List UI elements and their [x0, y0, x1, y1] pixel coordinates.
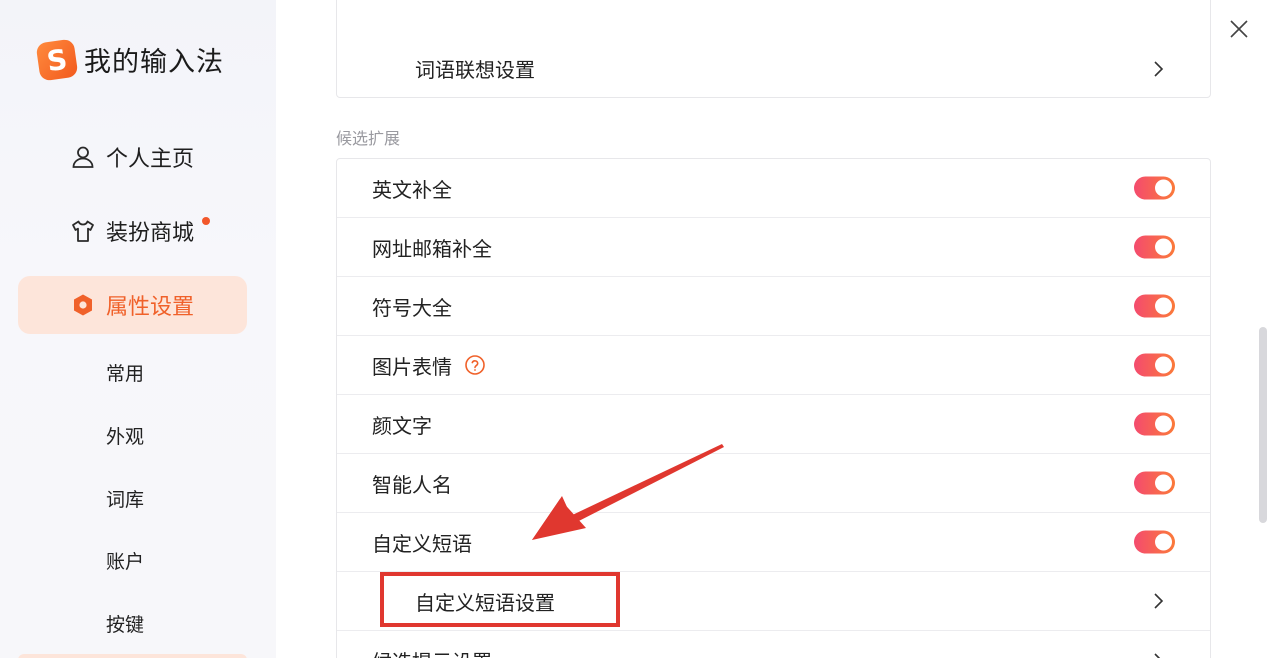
toggle-switch[interactable]	[1134, 353, 1175, 377]
nav-item-profile[interactable]: 个人主页	[18, 128, 247, 186]
brand: S 我的输入法	[35, 38, 224, 81]
sub-item-common[interactable]: 常用	[106, 359, 144, 386]
close-button[interactable]	[1224, 14, 1254, 44]
row-label: 网址邮箱补全	[372, 236, 492, 261]
app-logo-icon: S	[35, 38, 79, 81]
sub-item-appearance[interactable]: 外观	[106, 422, 144, 449]
tshirt-icon	[72, 220, 94, 242]
section-title-candidate-extension: 候选扩展	[336, 129, 401, 148]
nav-item-settings[interactable]: 属性设置	[18, 276, 247, 334]
nav-item-label: 个人主页	[106, 147, 195, 172]
toggle-switch[interactable]	[1134, 530, 1175, 554]
row-label: 自定义短语	[372, 531, 472, 556]
setting-row-image-emoji: 图片表情	[337, 336, 1210, 395]
row-label: 颜文字	[372, 413, 432, 438]
setting-row-custom-phrases: 自定义短语	[337, 513, 1210, 572]
toggle-switch[interactable]	[1134, 412, 1175, 436]
user-icon	[72, 146, 94, 168]
row-label: 词语联想设置	[415, 58, 535, 82]
nav-item-label: 装扮商城	[106, 221, 195, 246]
word-association-settings-row[interactable]: 词语联想设置	[337, 39, 1210, 98]
nav-item-skin-store[interactable]: 装扮商城	[18, 202, 247, 260]
setting-row-english-completion: 英文补全	[337, 159, 1210, 218]
close-icon	[1230, 20, 1248, 38]
sub-item-account[interactable]: 账户	[106, 547, 144, 574]
toggle-switch[interactable]	[1134, 176, 1175, 200]
setting-row-url-email-completion: 网址邮箱补全	[337, 218, 1210, 277]
toggle-switch[interactable]	[1134, 294, 1175, 318]
toggle-switch[interactable]	[1134, 471, 1175, 495]
row-label: 英文补全	[372, 177, 452, 202]
scrollbar-thumb[interactable]	[1259, 327, 1267, 523]
sidebar: S 我的输入法 个人主页 装扮商城 属性设置 常用 外观 词库 账户 按键	[0, 0, 276, 658]
row-label: 智能人名	[372, 472, 452, 497]
notification-dot	[202, 217, 210, 225]
setting-row-symbols: 符号大全	[337, 277, 1210, 336]
settings-hexagon-icon	[74, 294, 92, 316]
toggle-switch[interactable]	[1134, 235, 1175, 259]
candidate-hint-settings-row[interactable]: 候选提示设置	[337, 631, 1210, 658]
association-card: 词语联想设置	[336, 0, 1211, 98]
row-label: 图片表情	[372, 354, 452, 379]
chevron-right-icon	[1154, 652, 1161, 658]
setting-row-kaomoji: 颜文字	[337, 395, 1210, 454]
row-label: 符号大全	[372, 295, 452, 320]
app-title: 我的输入法	[84, 47, 224, 78]
setting-row-smart-names: 智能人名	[337, 454, 1210, 513]
chevron-right-icon	[1154, 593, 1164, 609]
annotation-highlight-box	[380, 572, 620, 627]
question-circle-icon[interactable]	[464, 354, 486, 376]
sub-item-dictionary[interactable]: 词库	[106, 485, 144, 512]
chevron-right-icon	[1154, 60, 1164, 77]
sub-item-keys[interactable]: 按键	[106, 610, 144, 637]
nav-item-label: 属性设置	[106, 295, 195, 320]
next-nav-item-edge	[18, 654, 247, 658]
row-label: 候选提示设置	[372, 646, 492, 658]
